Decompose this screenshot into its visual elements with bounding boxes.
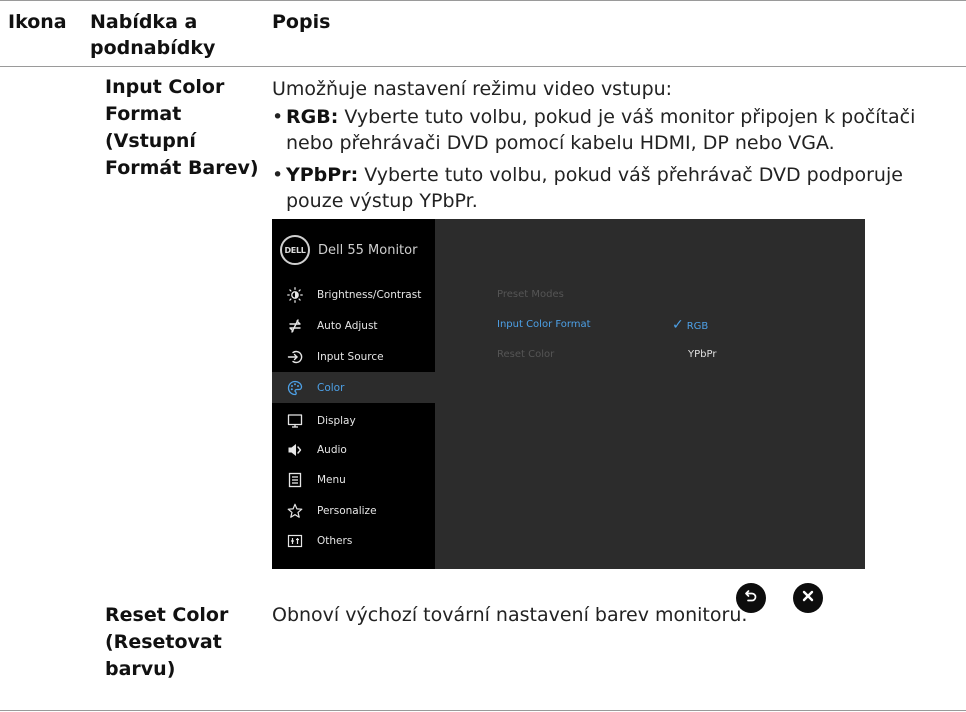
speaker-icon bbox=[286, 441, 304, 459]
osd-option-preset-modes[interactable]: Preset Modes bbox=[497, 289, 564, 300]
others-icon bbox=[286, 532, 304, 550]
close-button[interactable] bbox=[793, 583, 823, 613]
brightness-icon bbox=[286, 286, 304, 304]
osd-item-brightness-contrast[interactable]: Brightness/Contrast bbox=[272, 279, 435, 310]
menu-name-reset-color: Reset Color (Resetovat barvu) bbox=[105, 604, 229, 680]
osd-value-label: RGB bbox=[686, 321, 709, 332]
osd-item-audio[interactable]: Audio bbox=[272, 434, 435, 465]
table-top-border bbox=[0, 0, 966, 1]
check-icon: ✓ bbox=[672, 317, 684, 333]
osd-item-personalize[interactable]: Personalize bbox=[272, 495, 435, 526]
description-intro: Umožňuje nastavení režimu video vstupu: bbox=[272, 78, 673, 100]
osd-menu-screenshot: DELL Dell 55 Monitor Brightness/Contrast… bbox=[272, 219, 865, 569]
bullet-rgb: • RGB: Vyberte tuto volbu, pokud je váš … bbox=[272, 104, 962, 156]
osd-option-input-color-format[interactable]: Input Color Format bbox=[497, 319, 591, 330]
display-icon bbox=[286, 412, 304, 430]
osd-item-label: Color bbox=[317, 381, 345, 394]
bullet-label-ypbpr: YPbPr: bbox=[286, 164, 359, 186]
osd-title: Dell 55 Monitor bbox=[318, 242, 418, 258]
header-divider bbox=[0, 66, 966, 67]
osd-item-auto-adjust[interactable]: Auto Adjust bbox=[272, 310, 435, 341]
bullet-ypbpr: • YPbPr: Vyberte tuto volbu, pokud váš p… bbox=[272, 162, 962, 214]
osd-item-label: Audio bbox=[317, 443, 347, 456]
osd-item-label: Brightness/Contrast bbox=[317, 288, 422, 301]
bullet-dot: • bbox=[272, 106, 284, 128]
bullet-text-rgb: Vyberte tuto volbu, pokud je váš monitor… bbox=[286, 106, 916, 154]
auto-adjust-icon bbox=[286, 317, 304, 335]
osd-item-menu[interactable]: Menu bbox=[272, 464, 435, 495]
osd-item-others[interactable]: Others bbox=[272, 525, 435, 556]
osd-item-label: Personalize bbox=[317, 504, 377, 517]
bullet-label-rgb: RGB: bbox=[286, 106, 339, 128]
osd-item-label: Display bbox=[317, 414, 356, 427]
column-header-menu: Nabídka a podnabídky bbox=[90, 11, 216, 59]
osd-header: DELL Dell 55 Monitor bbox=[280, 233, 417, 267]
column-header-description: Popis bbox=[272, 11, 331, 33]
menu-icon bbox=[286, 471, 304, 489]
osd-item-display[interactable]: Display bbox=[272, 405, 435, 436]
bullet-dot: • bbox=[272, 164, 284, 186]
menu-name-input-color-format: Input Color Format (Vstupní Formát Barev… bbox=[105, 76, 259, 179]
osd-item-label: Others bbox=[317, 534, 353, 547]
osd-sidebar: DELL Dell 55 Monitor Brightness/Contrast… bbox=[272, 219, 435, 569]
description-reset-color: Obnoví výchozí tovární nastavení barev m… bbox=[272, 604, 748, 626]
osd-item-label: Input Source bbox=[317, 350, 384, 363]
column-header-icon: Ikona bbox=[8, 11, 67, 33]
osd-value-rgb[interactable]: ✓ RGB bbox=[672, 317, 708, 333]
input-source-icon bbox=[286, 348, 304, 366]
star-icon bbox=[286, 502, 304, 520]
table-bottom-border bbox=[0, 710, 966, 711]
color-palette-icon bbox=[286, 379, 304, 397]
osd-item-label: Auto Adjust bbox=[317, 319, 378, 332]
dell-logo: DELL bbox=[280, 235, 310, 265]
osd-value-ypbpr[interactable]: YPbPr bbox=[688, 349, 716, 360]
osd-item-label: Menu bbox=[317, 473, 346, 486]
osd-item-color[interactable]: Color bbox=[272, 372, 435, 403]
osd-option-reset-color[interactable]: Reset Color bbox=[497, 349, 554, 360]
osd-item-input-source[interactable]: Input Source bbox=[272, 341, 435, 372]
bullet-text-ypbpr: Vyberte tuto volbu, pokud váš přehrávač … bbox=[286, 164, 903, 212]
close-icon bbox=[801, 589, 815, 607]
